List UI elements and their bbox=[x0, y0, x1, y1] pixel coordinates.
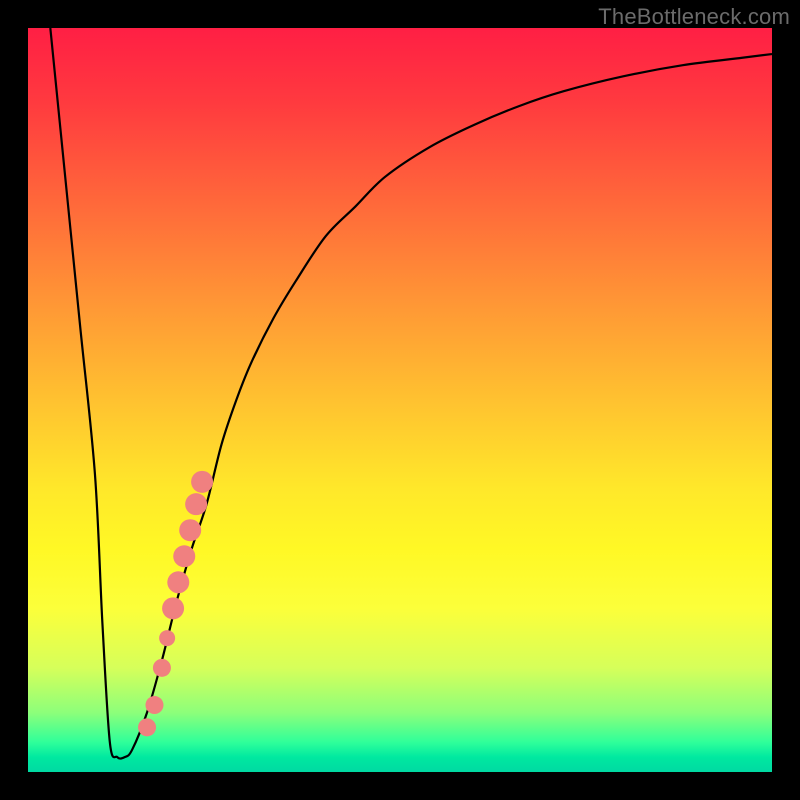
bottleneck-curve-svg bbox=[28, 28, 772, 772]
data-marker bbox=[153, 659, 171, 677]
data-marker bbox=[145, 696, 163, 714]
data-marker bbox=[179, 519, 201, 541]
data-marker bbox=[159, 630, 175, 646]
data-marker bbox=[173, 545, 195, 567]
data-marker bbox=[167, 571, 189, 593]
chart-frame: TheBottleneck.com bbox=[0, 0, 800, 800]
data-marker bbox=[162, 597, 184, 619]
plot-area bbox=[28, 28, 772, 772]
bottleneck-curve bbox=[50, 28, 772, 759]
data-marker bbox=[138, 718, 156, 736]
watermark-text: TheBottleneck.com bbox=[598, 4, 790, 30]
data-marker bbox=[191, 471, 213, 493]
data-marker bbox=[185, 493, 207, 515]
data-markers bbox=[138, 471, 213, 737]
